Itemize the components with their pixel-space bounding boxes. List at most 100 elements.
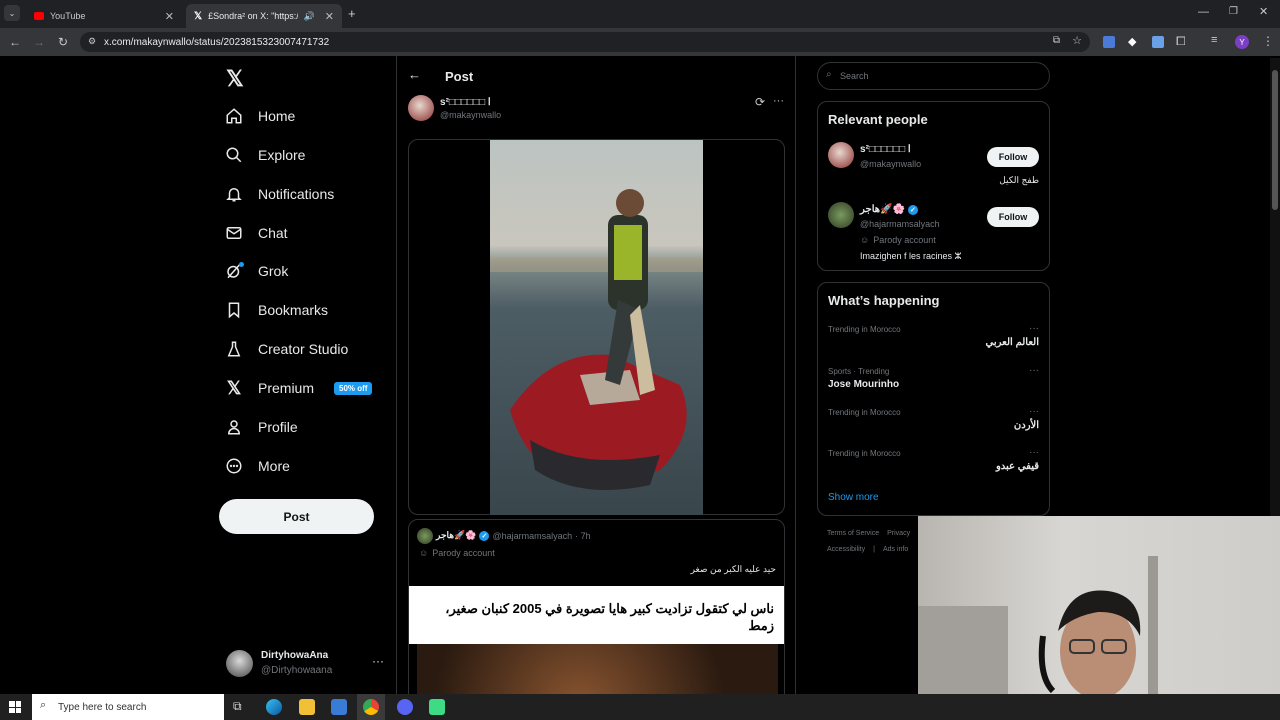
video-frame[interactable] [490,140,703,515]
verified-badge-icon: ✓ [479,530,490,541]
minimize-icon[interactable]: — [1198,6,1209,18]
account-switcher[interactable]: DirtyhowaAna @Dirtyhowaana ··· [226,648,386,680]
bookmark-star-icon[interactable]: ☆ [1072,34,1082,47]
nav-premium[interactable]: 𝕏 Premium 50% off [224,370,373,406]
restore-icon[interactable]: ❐ [1229,6,1238,17]
avatar [417,528,433,544]
nav-profile[interactable]: Profile [224,409,298,445]
search-input[interactable]: ⌕ Search [817,62,1050,90]
new-tab-icon[interactable]: + [348,6,356,21]
task-view-icon[interactable]: ⧉ [233,699,242,714]
trend-item[interactable]: Sports · Trending ··· Jose Mourinho [818,365,1049,401]
trend-name: Jose Mourinho [828,379,900,390]
nav-notifications[interactable]: Notifications [224,176,334,212]
person-handle[interactable]: @hajarmamsalyach [860,219,940,229]
footer-terms-link[interactable]: Terms of Service [827,530,879,537]
more-dots-icon[interactable]: ··· [1029,447,1039,458]
file-explorer-icon[interactable] [299,699,315,715]
person-icon [224,417,244,437]
show-more-link[interactable]: Show more [828,492,879,503]
more-dots-icon[interactable]: ··· [372,654,384,668]
avatar[interactable] [828,142,854,168]
nav-creator-studio[interactable]: Creator Studio [224,331,348,367]
translate-extension-icon[interactable] [1103,36,1115,48]
account-name: DirtyhowaAna [261,650,329,661]
post-author-name[interactable]: sا □□□□□□² [440,97,491,108]
tab-label: YouTube [50,11,86,21]
close-tab-icon[interactable]: ✕ [325,10,334,23]
scrollbar-thumb[interactable] [1272,70,1278,210]
more-dots-icon[interactable]: ··· [1029,365,1039,376]
windows-start-icon[interactable] [9,701,21,713]
trend-name: الأردن [1013,420,1039,431]
app-icon[interactable] [429,699,445,715]
discord-icon[interactable] [397,699,413,715]
nav-explore[interactable]: Explore [224,137,305,173]
profile-avatar-icon[interactable]: Y [1235,35,1249,49]
taskbar-search-input[interactable]: ⌕ Type here to search [32,694,224,720]
close-tab-icon[interactable]: ✕ [165,10,174,23]
footer-links-2: Accessibility | Ads info [827,546,909,553]
more-dots-icon[interactable]: ··· [1029,406,1039,417]
tab-x-post[interactable]: 𝕏 £Sondra² on X: "https://t.c 🔊 ✕ [186,4,342,28]
grok-refresh-icon[interactable]: ⟳ [755,95,765,109]
grok-icon [224,261,244,281]
quote-author-name: هاجر🚀🌸 [436,530,477,540]
more-dots-icon[interactable]: ··· [1029,323,1039,334]
person-name[interactable]: sا □□□□□□² [860,144,911,155]
person-name-row[interactable]: هاجر🚀🌸 ✓ [860,204,918,215]
back-arrow-icon[interactable]: ← [408,67,421,82]
install-app-icon[interactable]: ⧉ [1053,35,1060,46]
tab-youtube[interactable]: YouTube ✕ [26,4,182,28]
footer-privacy-link[interactable]: Privacy [887,530,910,537]
nav-home[interactable]: Home [224,98,295,134]
tab-search-icon[interactable]: ⌄ [4,5,20,21]
quote-card[interactable]: هاجر🚀🌸 ✓ @hajarmamsalyach · 7h ☺ Parody … [408,519,785,719]
store-icon[interactable] [331,699,347,715]
bell-icon [224,184,244,204]
nav-grok[interactable]: Grok [224,253,288,289]
site-info-icon[interactable]: ⚙ [88,36,96,47]
quote-timestamp: · 7h [575,530,591,541]
media-control-icon[interactable]: ≡ [1211,34,1217,46]
address-bar[interactable]: ⚙ x.com/makaynwallo/status/2023815323007… [80,32,1090,52]
nav-bookmarks[interactable]: Bookmarks [224,292,328,328]
person-handle[interactable]: @makaynwallo [860,159,921,169]
avatar[interactable] [408,95,434,121]
follow-button[interactable]: Follow [987,147,1039,167]
reload-icon[interactable]: ↻ [54,33,72,51]
edge-icon[interactable] [266,699,282,715]
extensions-puzzle-icon[interactable]: ⧠ [1176,34,1186,49]
theater-mask-icon: ☺ [419,548,429,558]
post-author-handle[interactable]: @makaynwallo [440,110,501,120]
post-button[interactable]: Post [219,499,374,534]
speaker-icon[interactable]: 🔊 [304,11,315,22]
footer-ads-link[interactable]: Ads info [883,546,908,553]
verified-badge-icon: ✓ [907,204,918,215]
x-logo-icon[interactable]: 𝕏 [226,66,244,92]
nav-label: Chat [258,225,288,241]
avatar[interactable] [828,202,854,228]
theater-mask-icon: ☺ [860,235,870,245]
trend-item[interactable]: Trending in Morocco ··· قيفي عبدو [818,447,1049,483]
trend-item[interactable]: Trending in Morocco ··· الأردن [818,406,1049,442]
nav-more[interactable]: More [224,448,290,484]
more-dots-icon[interactable]: ··· [773,95,784,107]
extension-diamond-icon[interactable]: ◆ [1128,35,1136,48]
trend-item[interactable]: Trending in Morocco ··· العالم العربي [818,323,1049,359]
chrome-taskbar-active[interactable] [357,694,385,720]
media-card[interactable] [408,139,785,515]
menu-kebab-icon[interactable]: ⋮ [1262,34,1274,48]
forward-icon[interactable]: → [30,33,48,51]
chrome-icon [363,699,379,715]
footer-accessibility-link[interactable]: Accessibility [827,546,865,553]
mail-icon [224,223,244,243]
nav-chat[interactable]: Chat [224,215,288,251]
nav-label: More [258,458,290,474]
close-window-icon[interactable]: ✕ [1259,5,1268,18]
back-icon[interactable]: ← [6,33,24,51]
extension-icon[interactable] [1152,36,1164,48]
quote-image-headline-area: ناس لي كتقول تزاديت كبير هايا تصويرة في … [409,586,784,644]
follow-button[interactable]: Follow [987,207,1039,227]
nav-label: Bookmarks [258,302,329,318]
